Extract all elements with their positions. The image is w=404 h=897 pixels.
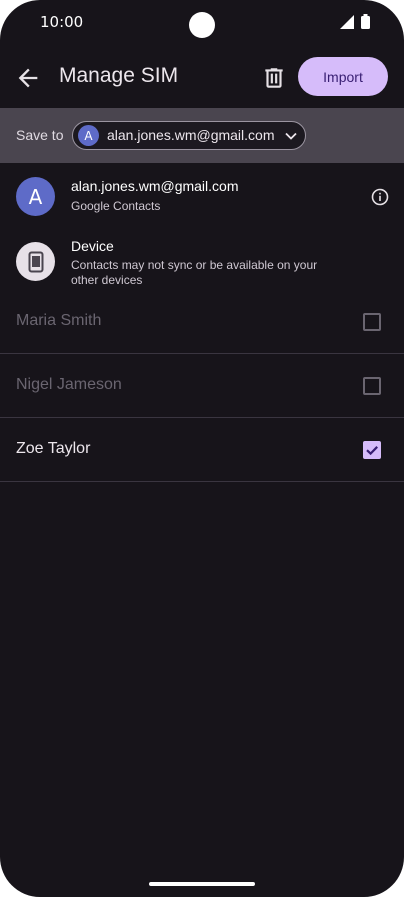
destination-subtitle: Contacts may not sync or be available on… (71, 258, 318, 287)
home-indicator[interactable] (149, 882, 255, 886)
contact-name: Zoe Taylor (16, 440, 91, 457)
contact-row-zoe-taylor[interactable]: Zoe Taylor (0, 418, 404, 482)
contact-checkbox[interactable] (363, 377, 381, 395)
destination-title: alan.jones.wm@gmail.com (71, 178, 239, 194)
destination-google-account[interactable]: A alan.jones.wm@gmail.com Google Contact… (0, 172, 404, 222)
contact-row-maria-smith[interactable]: Maria Smith (0, 290, 404, 354)
top-app-bar: Manage SIM Import (0, 54, 404, 102)
account-avatar: A (78, 125, 99, 146)
signal-icon (340, 15, 354, 29)
account-email: alan.jones.wm@gmail.com (107, 127, 275, 143)
battery-icon (361, 14, 370, 29)
destination-subtitle: Google Contacts (71, 199, 161, 213)
contact-checkbox-checked[interactable] (363, 441, 381, 459)
save-to-label: Save to (16, 127, 64, 143)
phone-screen: 10:00 Manage SIM Import Save to A alan.j… (0, 0, 404, 897)
page-title: Manage SIM (59, 64, 179, 87)
account-selector[interactable]: A alan.jones.wm@gmail.com (72, 121, 306, 150)
info-icon[interactable] (370, 187, 390, 207)
contact-name: Nigel Jameson (16, 376, 122, 393)
destination-title: Device (71, 238, 114, 254)
import-button[interactable]: Import (298, 57, 388, 96)
contact-name: Maria Smith (16, 312, 102, 329)
camera-cutout (189, 12, 215, 38)
status-time: 10:00 (40, 13, 84, 31)
check-icon (366, 446, 378, 456)
avatar: A (16, 177, 55, 216)
trash-icon[interactable] (261, 65, 287, 91)
divider (0, 481, 404, 482)
chevron-down-icon (285, 132, 297, 140)
destination-device[interactable]: Device Contacts may not sync or be avail… (0, 236, 404, 292)
contact-row-nigel-jameson[interactable]: Nigel Jameson (0, 354, 404, 418)
status-bar: 10:00 (0, 0, 404, 46)
contact-checkbox[interactable] (363, 313, 381, 331)
phone-icon (16, 242, 55, 281)
arrow-back-icon[interactable] (14, 64, 42, 92)
